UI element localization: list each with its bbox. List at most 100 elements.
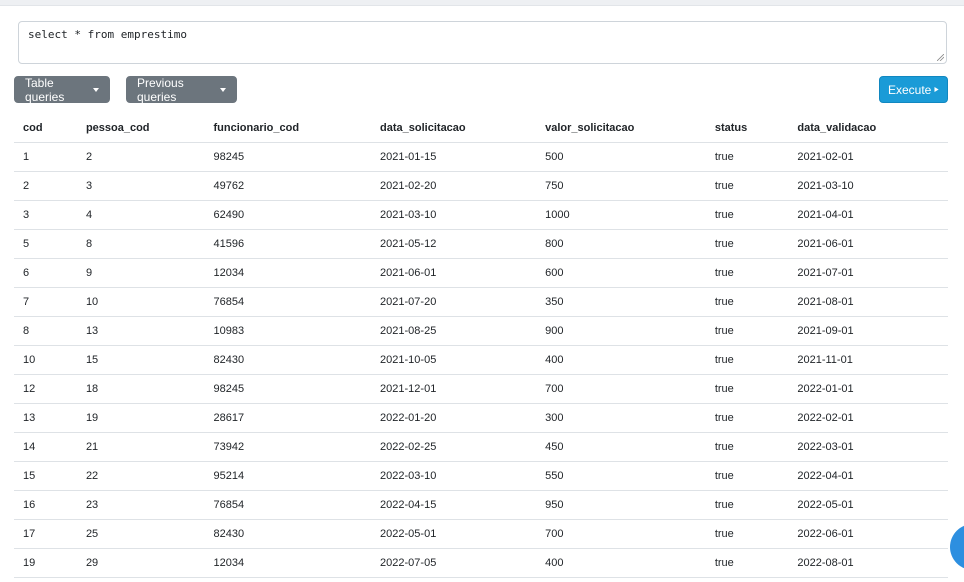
execute-button[interactable]: Execute	[879, 76, 948, 103]
table-cell: 3	[76, 171, 205, 201]
table-cell: 2	[14, 171, 77, 201]
table-cell: 1000	[536, 200, 706, 230]
table-cell: 16	[14, 490, 77, 520]
caret-down-icon	[93, 87, 99, 92]
table-cell: 2021-06-01	[371, 258, 537, 288]
table-cell: true	[705, 345, 789, 375]
table-cell: 25	[76, 519, 205, 549]
table-cell: true	[705, 229, 789, 259]
table-cell: 10	[76, 287, 205, 317]
table-cell: 6	[14, 258, 77, 288]
table-cell: 700	[536, 374, 706, 404]
table-cell: 49762	[204, 171, 372, 201]
table-cell: true	[705, 490, 789, 520]
table-cell: 13	[14, 403, 77, 433]
table-cell: true	[705, 287, 789, 317]
table-cell: 800	[536, 229, 706, 259]
table-cell: 1	[14, 142, 77, 172]
table-cell: 73942	[204, 432, 372, 462]
table-cell: 22	[76, 461, 205, 491]
table-cell: 450	[536, 432, 706, 462]
table-cell: 82430	[204, 519, 372, 549]
table-body: 1 2 98245 2021-01-15 500 true 2021-02-01 2 3 4976…	[14, 142, 948, 578]
table-cell: 2022-07-05	[371, 548, 537, 578]
table-cell: 76854	[204, 287, 372, 317]
table-cell: 550	[536, 461, 706, 491]
column-header-data-solicitacao: data_solicitacao	[371, 114, 537, 143]
table-cell: true	[705, 548, 789, 578]
table-cell: 2022-05-01	[788, 490, 948, 520]
table-row: 7 10 76854 2021-07-20 350 true 2021-08-01	[14, 287, 948, 317]
table-row: 15 22 95214 2022-03-10 550 true 2022-04-01	[14, 461, 948, 491]
table-cell: 12034	[204, 258, 372, 288]
table-cell: 2	[76, 142, 205, 172]
column-header-valor-solicitacao: valor_solicitacao	[536, 114, 706, 143]
table-cell: 21	[76, 432, 205, 462]
table-cell: 2022-02-25	[371, 432, 537, 462]
table-row: 10 15 82430 2021-10-05 400 true 2021-11-01	[14, 345, 948, 375]
results-table: cod pessoa_cod funcionario_cod data_solicit…	[14, 114, 948, 578]
table-row: 3 4 62490 2021-03-10 1000 true 2021-04-01	[14, 200, 948, 230]
table-row: 8 13 10983 2021-08-25 900 true 2021-09-01	[14, 316, 948, 346]
table-cell: 8	[76, 229, 205, 259]
table-queries-button[interactable]: Table queries	[14, 76, 110, 104]
table-cell: true	[705, 316, 789, 346]
table-cell: 29	[76, 548, 205, 578]
table-cell: 2021-06-01	[788, 229, 948, 259]
table-cell: 98245	[204, 374, 372, 404]
column-header-funcionario-cod: funcionario_cod	[204, 114, 372, 143]
column-header-status: status	[705, 114, 789, 143]
table-cell: 2021-12-01	[371, 374, 537, 404]
table-cell: true	[705, 258, 789, 288]
table-cell: 95214	[204, 461, 372, 491]
table-cell: 2021-07-20	[371, 287, 537, 317]
table-cell: 2021-02-01	[788, 142, 948, 172]
table-row: 12 18 98245 2021-12-01 700 true 2022-01-01	[14, 374, 948, 404]
previous-queries-button[interactable]: Previous queries	[126, 76, 237, 104]
sql-query-input[interactable]: select * from emprestimo	[18, 21, 947, 64]
sql-query-text: select * from emprestimo	[28, 28, 187, 41]
table-cell: 28617	[204, 403, 372, 433]
table-row: 6 9 12034 2021-06-01 600 true 2021-07-01	[14, 258, 948, 288]
column-header-data-validacao: data_validacao	[788, 114, 948, 143]
table-cell: 10	[14, 345, 77, 375]
floating-action-button[interactable]	[950, 524, 964, 570]
table-cell: 950	[536, 490, 706, 520]
table-cell: true	[705, 403, 789, 433]
table-cell: 98245	[204, 142, 372, 172]
table-cell: true	[705, 142, 789, 172]
table-cell: true	[705, 171, 789, 201]
table-cell: 400	[536, 548, 706, 578]
table-row: 1 2 98245 2021-01-15 500 true 2021-02-01	[14, 142, 948, 172]
table-row: 19 29 12034 2022-07-05 400 true 2022-08-01	[14, 548, 948, 578]
table-cell: 14	[14, 432, 77, 462]
caret-down-icon	[220, 87, 226, 92]
table-cell: 600	[536, 258, 706, 288]
table-cell: 2022-02-01	[788, 403, 948, 433]
table-cell: 2021-02-20	[371, 171, 537, 201]
table-cell: 900	[536, 316, 706, 346]
table-row: 2 3 49762 2021-02-20 750 true 2021-03-10	[14, 171, 948, 201]
table-cell: 2021-04-01	[788, 200, 948, 230]
table-cell: true	[705, 461, 789, 491]
table-cell: 2021-08-01	[788, 287, 948, 317]
column-header-pessoa-cod: pessoa_cod	[76, 114, 205, 143]
table-cell: 500	[536, 142, 706, 172]
table-cell: 2021-08-25	[371, 316, 537, 346]
table-cell: 10983	[204, 316, 372, 346]
table-cell: 19	[14, 548, 77, 578]
table-cell: 41596	[204, 229, 372, 259]
table-cell: 2022-04-01	[788, 461, 948, 491]
table-cell: 76854	[204, 490, 372, 520]
table-cell: 2022-08-01	[788, 548, 948, 578]
table-cell: 2022-03-01	[788, 432, 948, 462]
play-icon	[934, 86, 939, 93]
table-cell: 750	[536, 171, 706, 201]
top-strip	[0, 0, 964, 6]
table-row: 17 25 82430 2022-05-01 700 true 2022-06-01	[14, 519, 948, 549]
resize-grip-icon[interactable]	[937, 54, 944, 61]
table-cell: 2021-09-01	[788, 316, 948, 346]
table-cell: 2021-10-05	[371, 345, 537, 375]
table-cell: 8	[14, 316, 77, 346]
execute-label: Execute	[888, 82, 932, 97]
